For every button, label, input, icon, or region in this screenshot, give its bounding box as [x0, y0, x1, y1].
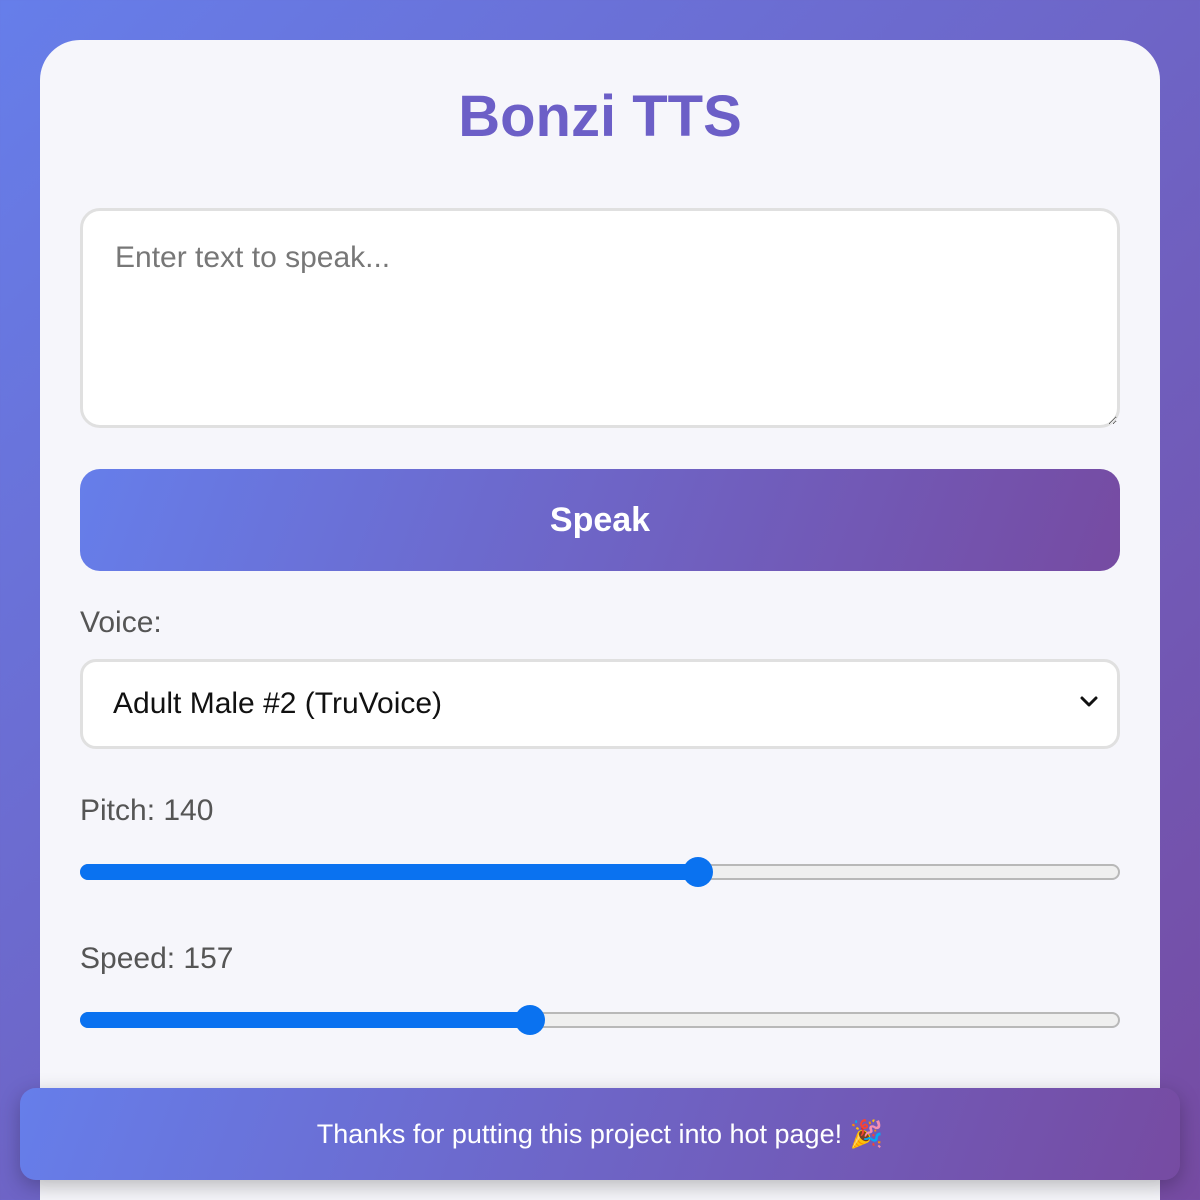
pitch-label: Pitch: 140	[80, 794, 214, 827]
pitch-slider[interactable]	[80, 857, 1120, 887]
chevron-down-icon	[1080, 696, 1098, 707]
pitch-slider-fill	[80, 864, 698, 880]
tts-card: Bonzi TTS Speak Voice: Adult Male #2 (Tr…	[40, 40, 1160, 1200]
voice-label: Voice:	[80, 606, 162, 639]
app-title: Bonzi TTS	[458, 84, 742, 149]
speed-slider-fill	[80, 1012, 531, 1028]
speed-label: Speed: 157	[80, 942, 234, 975]
speed-slider[interactable]	[80, 1005, 1120, 1035]
voice-select[interactable]: Adult Male #2 (TruVoice)	[80, 659, 1120, 749]
pitch-slider-thumb[interactable]	[682, 857, 713, 887]
speed-slider-thumb[interactable]	[515, 1005, 546, 1035]
voice-selected-value: Adult Male #2 (TruVoice)	[113, 687, 443, 720]
text-input[interactable]	[80, 208, 1120, 428]
speak-button[interactable]: Speak	[80, 469, 1120, 571]
toast-notification: Thanks for putting this project into hot…	[20, 1088, 1180, 1180]
